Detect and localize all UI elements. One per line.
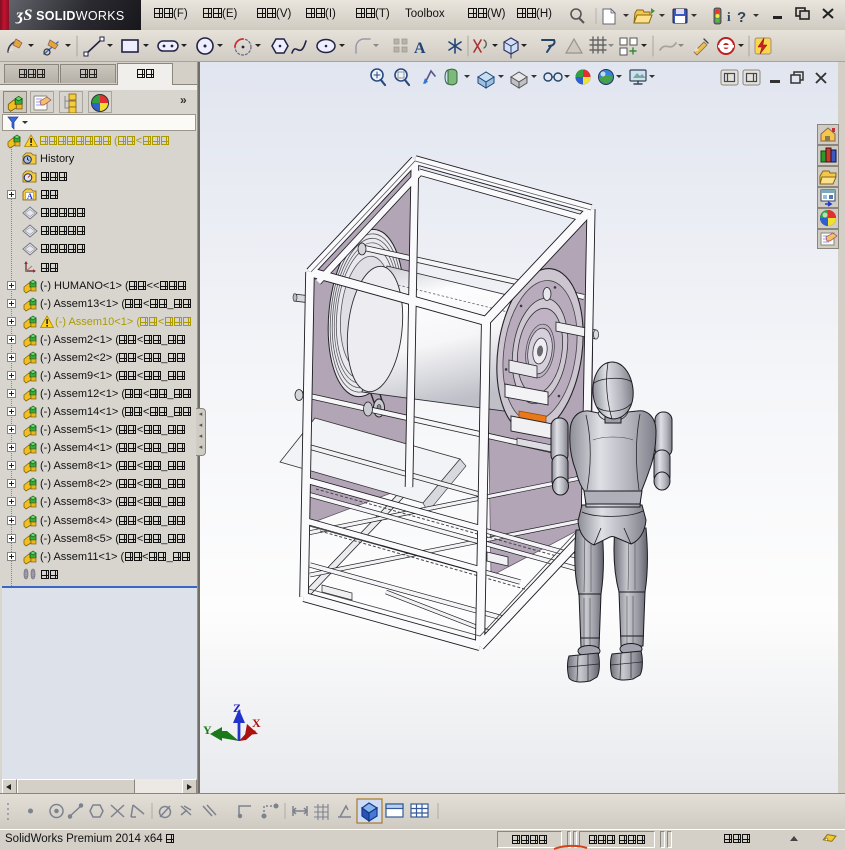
svg-text:?: ? [737, 9, 746, 26]
svg-text:X: X [252, 716, 261, 730]
svg-text:A: A [414, 40, 426, 57]
svg-text:Z: Z [233, 701, 241, 715]
svg-text:Y: Y [203, 723, 212, 737]
svg-text:i: i [727, 9, 731, 24]
